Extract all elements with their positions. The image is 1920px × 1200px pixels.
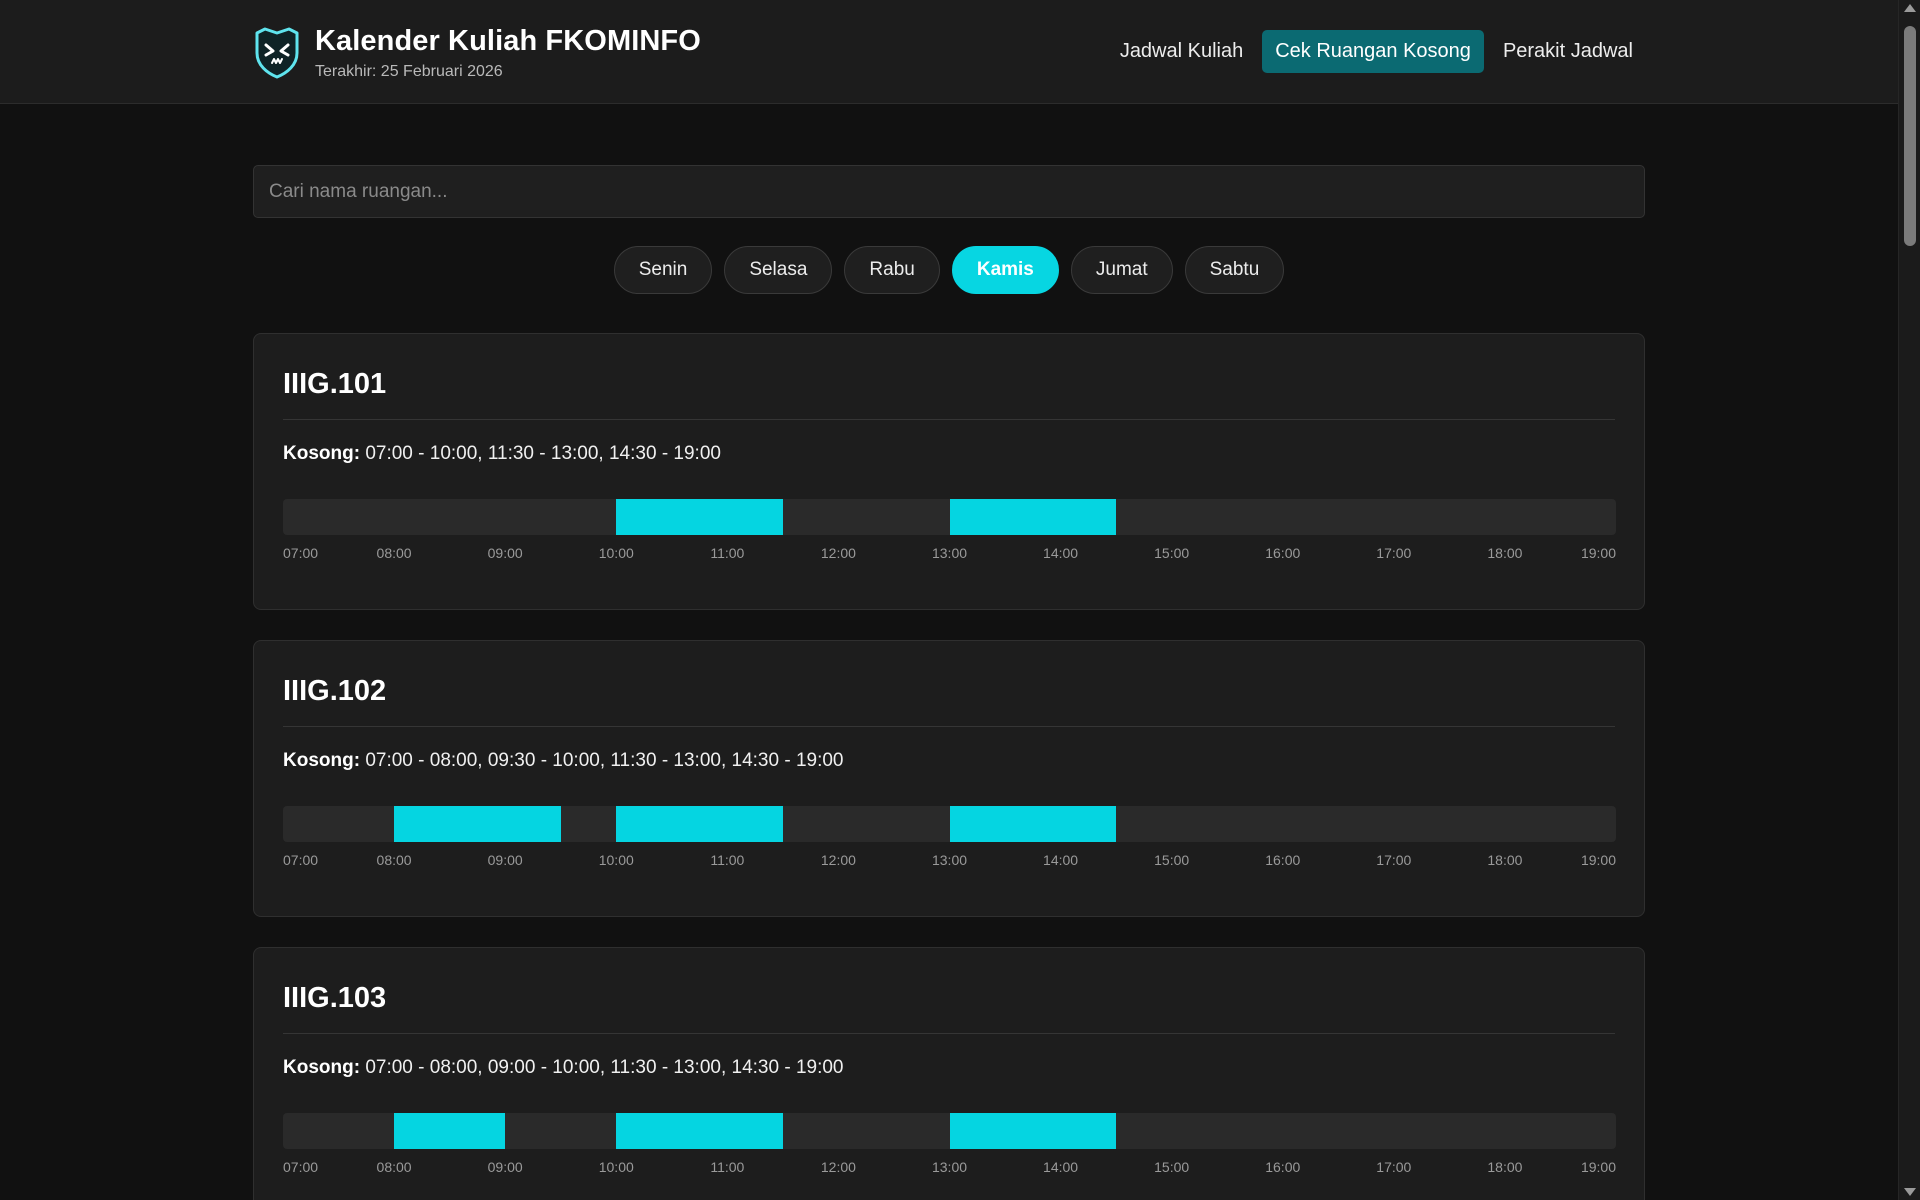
tick-label: 09:00 [487, 852, 523, 868]
tick-label: 09:00 [487, 1159, 523, 1175]
busy-segment [394, 806, 561, 842]
brand[interactable]: Kalender Kuliah FKOMINFO Terakhir: 25 Fe… [253, 25, 701, 81]
tick-label: 16:00 [1265, 545, 1301, 561]
tick-label: 08:00 [376, 852, 412, 868]
tick-label: 13:00 [931, 545, 968, 561]
tick-label: 14:00 [1043, 1159, 1079, 1175]
day-tab-jumat[interactable]: Jumat [1070, 246, 1173, 294]
tick-label: 11:00 [710, 545, 745, 561]
room-free-times: Kosong: 07:00 - 08:00, 09:00 - 10:00, 11… [283, 1057, 844, 1079]
tick-label: 12:00 [820, 852, 856, 868]
free-times-text: 07:00 - 08:00, 09:30 - 10:00, 11:30 - 13… [365, 750, 844, 771]
room-name: IIIG.101 [283, 368, 387, 400]
tick-label: 12:00 [820, 1159, 856, 1175]
shield-logo-icon [255, 27, 299, 79]
tick-label: 15:00 [1154, 1159, 1190, 1175]
nav-link-jadwal-kuliah[interactable]: Jadwal Kuliah [1107, 30, 1256, 73]
free-label: Kosong: [283, 1057, 361, 1078]
tick-label: 10:00 [598, 545, 634, 561]
room-divider [283, 726, 1615, 727]
tick-label: 17:00 [1376, 545, 1412, 561]
free-times-text: 07:00 - 10:00, 11:30 - 13:00, 14:30 - 19… [365, 443, 721, 464]
tick-label: 09:00 [487, 545, 523, 561]
main-nav: Jadwal Kuliah Cek Ruangan Kosong Perakit J… [1107, 30, 1646, 73]
day-filter: Senin Selasa Rabu Kamis Jumat Sabtu [0, 246, 1898, 294]
tick-label: 08:00 [376, 545, 412, 561]
timeline-bar [283, 806, 1616, 842]
tick-label: 08:00 [376, 1159, 412, 1175]
tick-label: 13:00 [931, 1159, 968, 1175]
day-tab-selasa[interactable]: Selasa [724, 246, 833, 294]
tick-label: 11:00 [710, 852, 745, 868]
tick-label: 10:00 [598, 852, 634, 868]
tick-label: 15:00 [1154, 852, 1190, 868]
room-card: IIIG.103 Kosong: 07:00 - 08:00, 09:00 - 1… [253, 947, 1645, 1200]
nav-link-perakit-jadwal[interactable]: Perakit Jadwal [1490, 30, 1646, 73]
tick-label: 18:00 [1487, 852, 1523, 868]
busy-segment [616, 806, 783, 842]
timeline-bar [283, 1113, 1616, 1149]
app-header: Kalender Kuliah FKOMINFO Terakhir: 25 Fe… [0, 0, 1898, 104]
day-tab-senin[interactable]: Senin [613, 246, 713, 294]
busy-segment [949, 1113, 1117, 1149]
tick-label: 16:00 [1265, 852, 1301, 868]
tick-label: 19:00 [1580, 1159, 1616, 1175]
tick-label: 12:00 [820, 545, 856, 561]
room-divider [283, 1033, 1615, 1034]
last-updated: Terakhir: 25 Februari 2026 [315, 63, 503, 80]
busy-segment [616, 1113, 783, 1149]
room-divider [283, 419, 1615, 420]
nav-link-cek-ruangan-kosong[interactable]: Cek Ruangan Kosong [1262, 30, 1484, 73]
room-name: IIIG.103 [283, 982, 387, 1014]
free-label: Kosong: [283, 443, 361, 464]
tick-label: 10:00 [598, 1159, 634, 1175]
timeline-ticks: 07:00 08:00 09:00 10:00 11:00 12:00 13:00 14:00… [283, 1159, 1616, 1179]
brand-text: Kalender Kuliah FKOMINFO Terakhir: 25 Fe… [315, 25, 701, 81]
tick-label: 19:00 [1580, 852, 1616, 868]
tick-label: 17:00 [1376, 1159, 1412, 1175]
tick-label: 16:00 [1265, 1159, 1301, 1175]
tick-label: 18:00 [1487, 545, 1523, 561]
tick-label: 13:00 [931, 852, 968, 868]
tick-label: 14:00 [1043, 545, 1079, 561]
tick-label: 07:00 [283, 852, 319, 868]
page-scrollbar[interactable] [1898, 0, 1920, 1200]
timeline-ticks: 07:00 08:00 09:00 10:00 11:00 12:00 13:00 14:00… [283, 545, 1616, 565]
tick-label: 15:00 [1154, 545, 1190, 561]
room-card: IIIG.101 Kosong: 07:00 - 10:00, 11:30 - 1… [253, 333, 1645, 610]
tick-label: 19:00 [1580, 545, 1616, 561]
tick-label: 11:00 [710, 1159, 745, 1175]
busy-segment [394, 1113, 506, 1149]
scroll-up-icon[interactable] [1904, 4, 1916, 12]
tick-label: 18:00 [1487, 1159, 1523, 1175]
busy-segment [949, 806, 1117, 842]
room-free-times: Kosong: 07:00 - 10:00, 11:30 - 13:00, 14… [283, 443, 721, 465]
scroll-down-icon[interactable] [1904, 1188, 1916, 1196]
timeline-bar [283, 499, 1616, 535]
free-label: Kosong: [283, 750, 361, 771]
tick-label: 07:00 [283, 545, 319, 561]
tick-label: 14:00 [1043, 852, 1079, 868]
room-free-times: Kosong: 07:00 - 08:00, 09:30 - 10:00, 11… [283, 750, 844, 772]
day-tab-rabu[interactable]: Rabu [844, 246, 940, 294]
tick-label: 07:00 [283, 1159, 319, 1175]
day-tab-kamis[interactable]: Kamis [951, 246, 1059, 294]
day-tab-sabtu[interactable]: Sabtu [1184, 246, 1285, 294]
scroll-thumb[interactable] [1904, 26, 1916, 246]
room-search-input[interactable] [253, 165, 1645, 218]
busy-segment [949, 499, 1117, 535]
timeline-ticks: 07:00 08:00 09:00 10:00 11:00 12:00 13:00 14:00… [283, 852, 1616, 872]
tick-label: 17:00 [1376, 852, 1412, 868]
busy-segment [616, 499, 783, 535]
free-times-text: 07:00 - 08:00, 09:00 - 10:00, 11:30 - 13… [365, 1057, 844, 1078]
room-card: IIIG.102 Kosong: 07:00 - 08:00, 09:30 - 1… [253, 640, 1645, 917]
app-title: Kalender Kuliah FKOMINFO [315, 25, 701, 57]
room-name: IIIG.102 [283, 675, 387, 707]
